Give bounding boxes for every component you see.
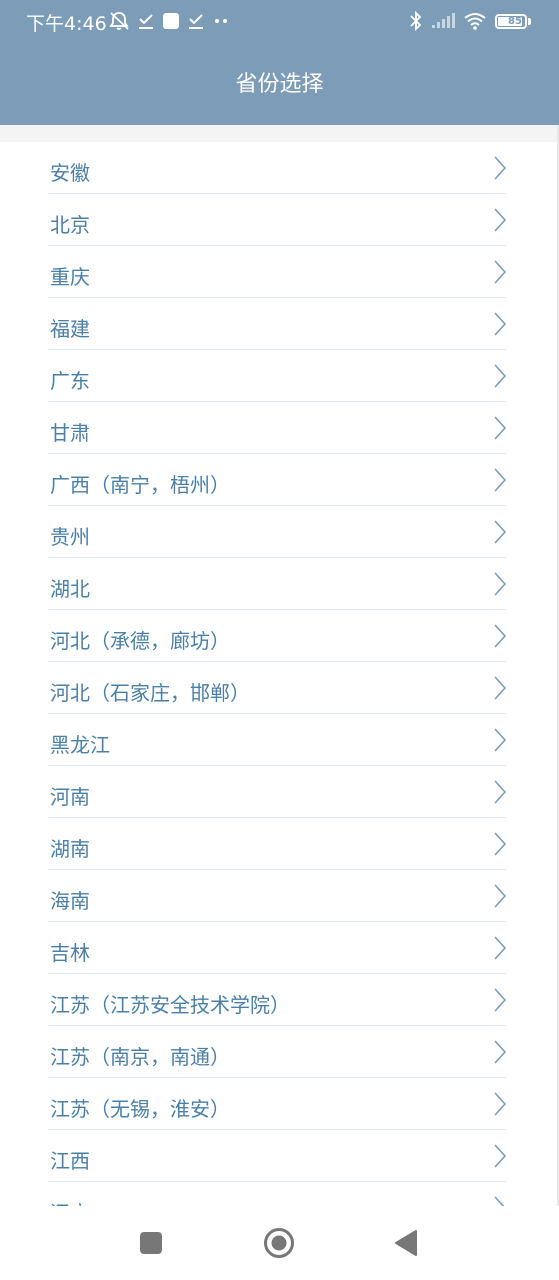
chevron-right-icon: [494, 676, 507, 700]
navigation-bar: [0, 1206, 559, 1280]
status-right-icons: 85: [401, 8, 531, 34]
back-button[interactable]: [389, 1226, 423, 1260]
list-item[interactable]: 北京: [0, 194, 559, 246]
more-dots-icon: [212, 16, 230, 26]
check-icon: [138, 12, 154, 30]
province-label: 重庆: [50, 265, 90, 289]
chevron-right-icon: [494, 260, 507, 284]
list-item[interactable]: 江苏（南京，南通）: [0, 1026, 559, 1078]
chevron-right-icon: [494, 1092, 507, 1116]
chevron-right-icon: [494, 520, 507, 544]
chevron-right-icon: [494, 624, 507, 648]
chevron-right-icon: [494, 364, 507, 388]
province-label: 河北（石家庄，邯郸）: [50, 681, 250, 705]
chevron-right-icon: [494, 988, 507, 1012]
app-root: 下午4:46 85 省份选择 安徽 北京 重庆 福建 广东 甘肃 广西（南宁，梧…: [0, 0, 559, 1280]
list-item[interactable]: 黑龙江: [0, 714, 559, 766]
list-item[interactable]: 河北（石家庄，邯郸）: [0, 662, 559, 714]
province-label: 辽宁: [50, 1197, 90, 1206]
list-item[interactable]: 广西（南宁，梧州）: [0, 454, 559, 506]
list-item[interactable]: 福建: [0, 298, 559, 350]
header-gap: [0, 125, 559, 142]
list-item[interactable]: 江苏（江苏安全技术学院）: [0, 974, 559, 1026]
chevron-right-icon: [494, 208, 507, 232]
status-left-icons: [108, 8, 238, 34]
mute-icon: [108, 11, 130, 31]
province-label: 河南: [50, 785, 90, 809]
chevron-right-icon: [494, 416, 507, 440]
list-item[interactable]: 重庆: [0, 246, 559, 298]
list-item[interactable]: 江苏（无锡，淮安）: [0, 1078, 559, 1130]
list-item[interactable]: 贵州: [0, 506, 559, 558]
list-item[interactable]: 甘肃: [0, 402, 559, 454]
bluetooth-icon: [409, 11, 423, 31]
province-label: 湖北: [50, 577, 90, 601]
chevron-right-icon: [494, 1144, 507, 1168]
list-item[interactable]: 海南: [0, 870, 559, 922]
chevron-right-icon: [494, 1196, 505, 1206]
list-item[interactable]: 江西: [0, 1130, 559, 1182]
back-icon: [395, 1230, 417, 1256]
battery-level: 85: [508, 15, 522, 27]
chevron-right-icon: [494, 780, 507, 804]
province-label: 安徽: [50, 161, 90, 185]
province-label: 江苏（无锡，淮安）: [50, 1097, 230, 1121]
province-label: 河北（承德，廊坊）: [50, 629, 230, 653]
list-item[interactable]: 吉林: [0, 922, 559, 974]
chevron-right-icon: [494, 832, 507, 856]
signal-icon: [431, 13, 455, 29]
chevron-right-icon: [494, 728, 507, 752]
home-button[interactable]: [262, 1226, 296, 1260]
province-label: 福建: [50, 317, 90, 341]
wifi-icon: [463, 12, 487, 30]
list-item[interactable]: 广东: [0, 350, 559, 402]
province-label: 海南: [50, 889, 90, 913]
list-item[interactable]: 安徽: [0, 142, 559, 194]
province-label: 江苏（江苏安全技术学院）: [50, 993, 290, 1017]
chevron-right-icon: [494, 468, 507, 492]
chevron-right-icon: [494, 312, 507, 336]
province-label: 贵州: [50, 525, 90, 549]
province-label: 北京: [50, 213, 90, 237]
province-label: 甘肃: [50, 421, 90, 445]
chevron-right-icon: [494, 572, 507, 596]
app-header: 下午4:46 85 省份选择: [0, 0, 559, 125]
province-label: 黑龙江: [50, 733, 110, 757]
province-list: 安徽北京重庆福建广东甘肃广西（南宁，梧州） 贵州湖北河北（承德，廊坊） 河北（石家庄…: [0, 142, 559, 1206]
chevron-right-icon: [494, 936, 507, 960]
square-icon: [162, 12, 180, 30]
list-item[interactable]: 辽宁: [0, 1182, 559, 1206]
list-item[interactable]: 河南: [0, 766, 559, 818]
list-item[interactable]: 湖南: [0, 818, 559, 870]
list-item[interactable]: 湖北: [0, 558, 559, 610]
province-label: 广东: [50, 369, 90, 393]
status-time: 下午4:46: [26, 13, 107, 35]
chevron-right-icon: [494, 884, 507, 908]
province-label: 江西: [50, 1149, 90, 1173]
status-bar: 下午4:46 85: [0, 0, 559, 42]
page-title: 省份选择: [235, 72, 324, 97]
province-label: 湖南: [50, 837, 90, 861]
province-list-viewport[interactable]: 安徽北京重庆福建广东甘肃广西（南宁，梧州） 贵州湖北河北（承德，廊坊） 河北（石家庄…: [0, 142, 559, 1206]
recent-apps-icon: [140, 1232, 162, 1254]
battery-body: 85: [495, 13, 527, 29]
chevron-right-icon: [494, 1040, 507, 1064]
list-item[interactable]: 河北（承德，廊坊）: [0, 610, 559, 662]
province-label: 吉林: [50, 941, 90, 965]
province-label: 江苏（南京，南通）: [50, 1045, 230, 1069]
province-label: 广西（南宁，梧州）: [50, 473, 230, 497]
chevron-right-icon: [494, 156, 507, 180]
recent-apps-button[interactable]: [134, 1226, 168, 1260]
check-icon: [188, 12, 204, 30]
home-icon: [264, 1228, 294, 1258]
battery-icon: 85: [495, 13, 531, 29]
